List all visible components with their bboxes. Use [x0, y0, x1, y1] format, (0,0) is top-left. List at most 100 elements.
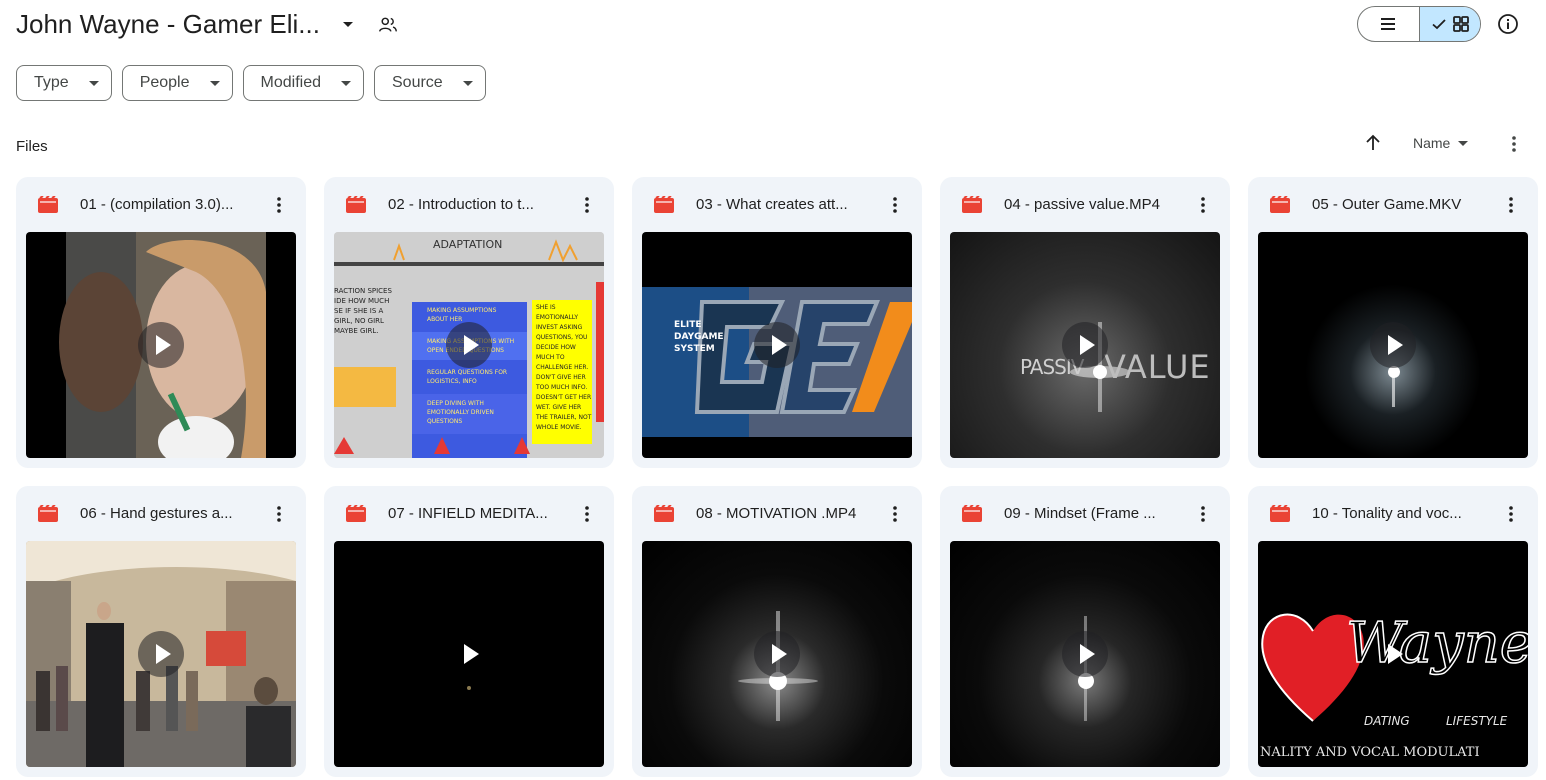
slide-text: WHOLE MOVIE. [536, 424, 582, 431]
video-file-icon [346, 505, 366, 522]
play-icon [1062, 322, 1108, 368]
filter-label: Source [392, 74, 443, 91]
thumbnail-text: NALITY AND VOCAL MODULATI [1260, 745, 1480, 760]
video-file-icon [654, 505, 674, 522]
header: John Wayne - Gamer Eli... [0, 0, 1546, 52]
file-card[interactable]: 05 - Outer Game.MKV [1248, 177, 1538, 468]
more-vert-icon[interactable] [1192, 194, 1214, 216]
filter-label: Type [34, 74, 69, 91]
thumbnail-text: DAYGAME [674, 332, 724, 342]
play-icon [446, 322, 492, 368]
view-toggle [1357, 6, 1481, 42]
sort-by-button[interactable]: Name [1413, 135, 1469, 151]
more-vert-icon[interactable] [268, 503, 290, 525]
more-vert-icon[interactable] [576, 194, 598, 216]
video-thumbnail[interactable] [950, 541, 1220, 767]
play-icon [138, 322, 184, 368]
sort-label: Name [1413, 135, 1451, 151]
slide-text: THE TRAILER, NOT [536, 414, 592, 421]
filter-source[interactable]: Source [374, 65, 486, 101]
check-icon [1432, 19, 1446, 30]
video-thumbnail[interactable] [642, 541, 912, 767]
play-icon [446, 631, 492, 677]
file-name: 05 - Outer Game.MKV [1312, 196, 1462, 213]
video-file-icon [38, 196, 58, 213]
slide-text: DEEP DIVING WITH [427, 400, 484, 407]
slide-text: EMOTIONALLY [536, 314, 578, 321]
file-name: 01 - (compilation 3.0)... [80, 196, 234, 213]
video-thumbnail[interactable]: ELITE DAYGAME SYSTEM [642, 232, 912, 458]
file-name: 02 - Introduction to t... [388, 196, 534, 213]
slide-text: GIRL, NO GIRL [334, 317, 384, 325]
filter-modified[interactable]: Modified [242, 65, 364, 101]
thumbnail-text: SYSTEM [674, 344, 715, 354]
slide-text: CHALLENGE HER. [536, 364, 589, 371]
chevron-down-icon[interactable] [338, 14, 358, 34]
thumbnail-text: VALUE [1104, 348, 1211, 386]
video-thumbnail[interactable] [26, 541, 296, 767]
slide-text: DECIDE HOW [536, 344, 576, 351]
file-card[interactable]: 08 - MOTIVATION .MP4 [632, 486, 922, 777]
video-file-icon [1270, 505, 1290, 522]
video-file-icon [962, 196, 982, 213]
file-card[interactable]: 06 - Hand gestures a... [16, 486, 306, 777]
file-card[interactable]: 07 - INFIELD MEDITA... [324, 486, 614, 777]
video-thumbnail[interactable] [1258, 232, 1528, 458]
video-thumbnail[interactable] [334, 541, 604, 767]
slide-text: LOGISTICS, INFO [427, 378, 477, 385]
more-vert-icon[interactable] [1192, 503, 1214, 525]
more-vert-icon[interactable] [884, 194, 906, 216]
file-name: 04 - passive value.MP4 [1004, 196, 1160, 213]
slide-text: IDE HOW MUCH [334, 297, 390, 305]
play-icon [754, 631, 800, 677]
video-thumbnail[interactable]: Wayne DATING LIFESTYLE NALITY AND VOCAL … [1258, 541, 1528, 767]
thumbnail-text: ELITE [674, 320, 702, 330]
list-view-icon [1381, 18, 1396, 30]
slide-text: MAYBE GIRL. [334, 327, 379, 335]
filter-people[interactable]: People [121, 65, 233, 101]
file-card[interactable]: 02 - Introduction to t... ADAPTATION RAC… [324, 177, 614, 468]
slide-text: SHE IS [536, 304, 556, 311]
play-icon [1062, 631, 1108, 677]
file-grid: 01 - (compilation 3.0)... 02 - Introduct… [16, 177, 1538, 777]
people-icon[interactable] [377, 14, 399, 36]
more-vert-icon[interactable] [576, 503, 598, 525]
slide-text: REGULAR QUESTIONS FOR [427, 369, 508, 376]
video-thumbnail[interactable] [26, 232, 296, 458]
more-vert-icon[interactable] [1500, 194, 1522, 216]
file-name: 10 - Tonality and voc... [1312, 505, 1462, 522]
slide-text: INVEST ASKING [536, 324, 583, 331]
file-card[interactable]: 03 - What creates att... ELITE DAYGAME S… [632, 177, 922, 468]
video-thumbnail[interactable]: PASSIV VALUE [950, 232, 1220, 458]
slide-text: ABOUT HER [427, 316, 463, 323]
list-view-button[interactable] [1358, 7, 1419, 41]
slide-text: EMOTIONALLY DRIVEN [427, 409, 494, 416]
thumbnail-text: DATING [1364, 714, 1410, 728]
grid-view-button[interactable] [1418, 7, 1480, 41]
filter-type[interactable]: Type [16, 65, 112, 101]
file-card[interactable]: 01 - (compilation 3.0)... [16, 177, 306, 468]
play-icon [754, 322, 800, 368]
file-card[interactable]: 04 - passive value.MP4 PASSIV VALUE [940, 177, 1230, 468]
file-card[interactable]: 09 - Mindset (Frame ... [940, 486, 1230, 777]
video-file-icon [654, 196, 674, 213]
info-icon[interactable] [1496, 12, 1520, 36]
more-vert-icon[interactable] [1500, 503, 1522, 525]
filter-label: Modified [260, 74, 321, 91]
video-thumbnail[interactable]: ADAPTATION RACTION SPICES IDE HOW MUCH S… [334, 232, 604, 458]
slide-text: TOO MUCH INFO. [536, 384, 588, 391]
slide-text: DOESN'T GET HER [536, 394, 592, 401]
folder-title[interactable]: John Wayne - Gamer Eli... [16, 8, 320, 40]
file-name: 07 - INFIELD MEDITA... [388, 505, 548, 522]
arrow-up-icon[interactable] [1362, 132, 1384, 154]
more-vert-icon[interactable] [1503, 133, 1525, 155]
slide-text: QUESTIONS [427, 418, 463, 425]
file-name: 06 - Hand gestures a... [80, 505, 233, 522]
filter-label: People [139, 74, 190, 91]
more-vert-icon[interactable] [268, 194, 290, 216]
file-card[interactable]: 10 - Tonality and voc... Wayne DATING LI… [1248, 486, 1538, 777]
more-vert-icon[interactable] [884, 503, 906, 525]
filter-bar: Type People Modified Source [16, 65, 486, 101]
slide-text: RACTION SPICES [334, 287, 392, 295]
video-file-icon [346, 196, 366, 213]
